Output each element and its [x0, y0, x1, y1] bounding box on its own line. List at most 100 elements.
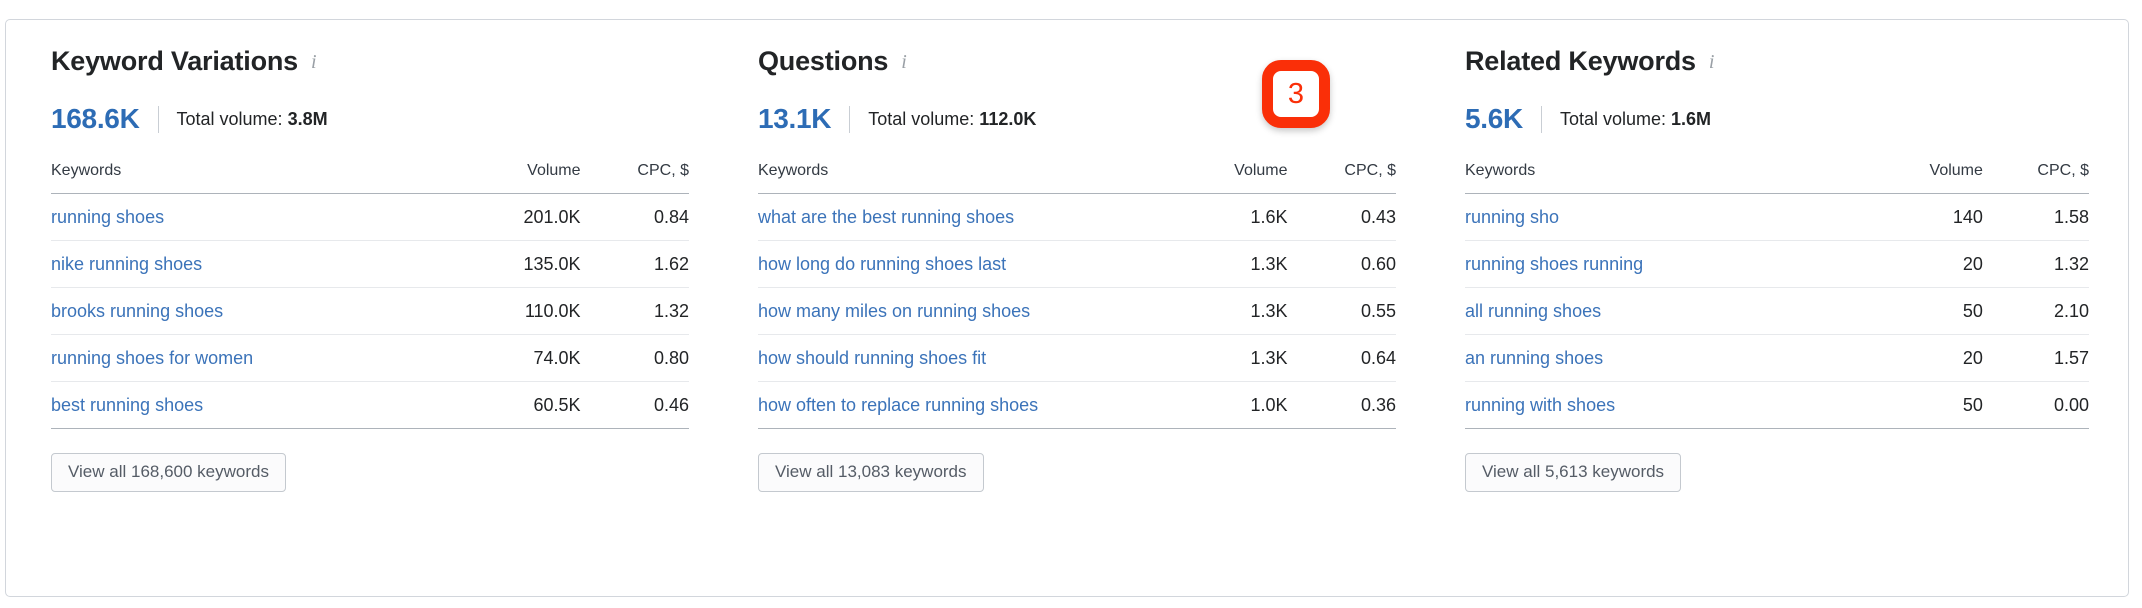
cell-keyword: all running shoes — [1465, 287, 1846, 335]
th-keywords[interactable]: Keywords — [51, 162, 441, 194]
cell-volume: 20 — [1845, 240, 1983, 288]
cell-keyword: running shoes — [51, 193, 441, 241]
info-icon[interactable]: i — [901, 52, 907, 72]
cell-volume: 50 — [1845, 381, 1983, 429]
th-volume[interactable]: Volume — [1845, 162, 1983, 194]
cell-cpc: 0.84 — [580, 193, 689, 241]
column-keyword-variations: Keyword Variations i 168.6K Total volume… — [6, 46, 713, 493]
cell-keyword: how often to replace running shoes — [758, 381, 1148, 429]
total-volume-label: Total volume: — [176, 108, 283, 129]
keywords-table: Keywords Volume CPC, $ running sho 140 1… — [1465, 162, 2089, 429]
th-keywords[interactable]: Keywords — [1465, 162, 1846, 194]
keyword-link[interactable]: all running shoes — [1465, 301, 1601, 321]
info-icon[interactable]: i — [311, 52, 317, 72]
cell-volume: 1.6K — [1147, 193, 1288, 241]
keyword-link[interactable]: running shoes — [51, 207, 164, 227]
table-row: what are the best running shoes 1.6K 0.4… — [758, 193, 1396, 241]
column-header: Related Keywords i — [1465, 46, 2089, 80]
screenshot-root: Keyword Variations i 168.6K Total volume… — [0, 0, 2142, 608]
cell-keyword: how long do running shoes last — [758, 240, 1148, 288]
keyword-link[interactable]: nike running shoes — [51, 254, 202, 274]
keyword-link[interactable]: best running shoes — [51, 395, 203, 415]
column-title: Related Keywords — [1465, 46, 1696, 76]
view-all-button[interactable]: View all 13,083 keywords — [758, 453, 984, 493]
cell-volume: 74.0K — [440, 334, 581, 382]
cell-keyword: an running shoes — [1465, 334, 1846, 382]
keyword-link[interactable]: running shoes for women — [51, 348, 253, 368]
table-row: brooks running shoes 110.0K 1.32 — [51, 287, 689, 335]
info-icon[interactable]: i — [1709, 52, 1715, 72]
view-all-button[interactable]: View all 5,613 keywords — [1465, 453, 1682, 493]
cell-volume: 135.0K — [440, 240, 581, 288]
column-header: Keyword Variations i — [51, 46, 689, 80]
cell-volume: 1.3K — [1147, 334, 1288, 382]
keyword-link[interactable]: running shoes running — [1465, 254, 1643, 274]
cell-cpc: 0.64 — [1287, 334, 1396, 382]
cell-keyword: best running shoes — [51, 381, 441, 429]
th-cpc[interactable]: CPC, $ — [1982, 162, 2089, 194]
view-all-button[interactable]: View all 168,600 keywords — [51, 453, 286, 493]
cell-cpc: 0.00 — [1982, 381, 2089, 429]
cell-volume: 60.5K — [440, 381, 581, 429]
total-volume: Total volume: 1.6M — [1560, 109, 1711, 130]
cell-cpc: 0.46 — [580, 381, 689, 429]
keyword-link[interactable]: brooks running shoes — [51, 301, 223, 321]
th-volume[interactable]: Volume — [440, 162, 581, 194]
table-header-row: Keywords Volume CPC, $ — [758, 162, 1396, 194]
th-cpc[interactable]: CPC, $ — [580, 162, 689, 194]
keyword-link[interactable]: an running shoes — [1465, 348, 1603, 368]
table-row: best running shoes 60.5K 0.46 — [51, 381, 689, 429]
table-row: running with shoes 50 0.00 — [1465, 381, 2089, 429]
cell-cpc: 0.36 — [1287, 381, 1396, 429]
keywords-table: Keywords Volume CPC, $ running shoes 201… — [51, 162, 689, 429]
stat-divider — [849, 105, 851, 133]
keyword-link[interactable]: what are the best running shoes — [758, 207, 1014, 227]
table-row: an running shoes 20 1.57 — [1465, 334, 2089, 382]
keyword-count: 168.6K — [51, 103, 140, 134]
cell-volume: 1.3K — [1147, 287, 1288, 335]
cell-cpc: 0.55 — [1287, 287, 1396, 335]
cell-cpc: 1.57 — [1982, 334, 2089, 382]
total-volume-value: 1.6M — [1671, 108, 1712, 129]
keyword-link[interactable]: how long do running shoes last — [758, 254, 1006, 274]
th-keywords[interactable]: Keywords — [758, 162, 1148, 194]
table-row: running shoes 201.0K 0.84 — [51, 193, 689, 241]
table-row: running sho 140 1.58 — [1465, 193, 2089, 241]
cell-cpc: 0.80 — [580, 334, 689, 382]
cell-cpc: 2.10 — [1982, 287, 2089, 335]
cell-keyword: what are the best running shoes — [758, 193, 1148, 241]
table-row: how long do running shoes last 1.3K 0.60 — [758, 240, 1396, 288]
keyword-count: 5.6K — [1465, 103, 1523, 134]
keyword-link[interactable]: running with shoes — [1465, 395, 1615, 415]
table-row: running shoes for women 74.0K 0.80 — [51, 334, 689, 382]
column-title: Keyword Variations — [51, 46, 298, 76]
cell-volume: 20 — [1845, 334, 1983, 382]
keyword-link[interactable]: how should running shoes fit — [758, 348, 986, 368]
stat-divider — [1540, 105, 1542, 133]
cell-volume: 110.0K — [440, 287, 581, 335]
cell-cpc: 1.58 — [1982, 193, 2089, 241]
table-row: running shoes running 20 1.32 — [1465, 240, 2089, 288]
cell-cpc: 1.32 — [580, 287, 689, 335]
keywords-table: Keywords Volume CPC, $ what are the best… — [758, 162, 1396, 429]
total-volume-label: Total volume: — [1559, 108, 1667, 129]
cell-volume: 50 — [1845, 287, 1983, 335]
th-cpc[interactable]: CPC, $ — [1287, 162, 1396, 194]
cell-volume: 1.3K — [1147, 240, 1288, 288]
keyword-link[interactable]: how often to replace running shoes — [758, 395, 1038, 415]
total-volume: Total volume: 112.0K — [868, 109, 1036, 130]
table-row: nike running shoes 135.0K 1.62 — [51, 240, 689, 288]
columns-container: Keyword Variations i 168.6K Total volume… — [6, 20, 2128, 493]
cell-keyword: how should running shoes fit — [758, 334, 1148, 382]
cell-volume: 201.0K — [440, 193, 581, 241]
cell-cpc: 0.60 — [1287, 240, 1396, 288]
th-volume[interactable]: Volume — [1147, 162, 1288, 194]
cell-volume: 140 — [1845, 193, 1983, 241]
cell-volume: 1.0K — [1147, 381, 1288, 429]
keyword-overview-card: Keyword Variations i 168.6K Total volume… — [5, 19, 2129, 597]
keyword-link[interactable]: running sho — [1465, 207, 1559, 227]
table-header-row: Keywords Volume CPC, $ — [51, 162, 689, 194]
keyword-link[interactable]: how many miles on running shoes — [758, 301, 1030, 321]
column-title: Questions — [758, 46, 889, 76]
cell-cpc: 1.32 — [1982, 240, 2089, 288]
